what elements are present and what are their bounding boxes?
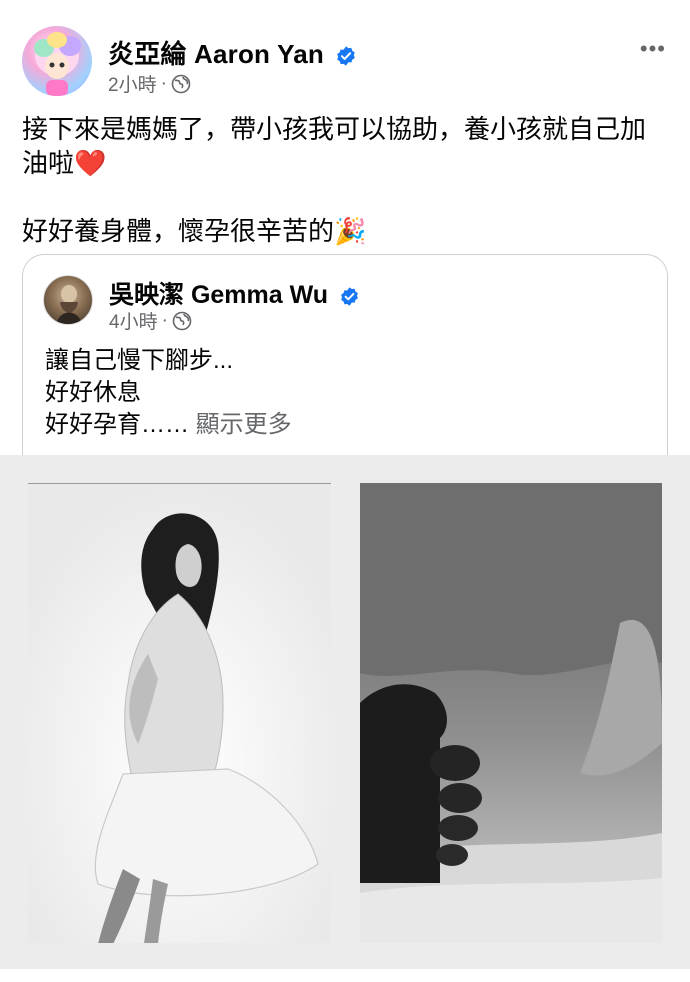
post-text-line: 油啦❤️ xyxy=(22,148,107,178)
avatar[interactable] xyxy=(22,26,92,96)
shared-author-name-text[interactable]: 吳映潔 Gemma Wu xyxy=(109,281,328,309)
photo-right-image xyxy=(360,483,662,943)
post-text-line: 接下來是媽媽了，帶小孩我可以協助，養小孩就自己加 xyxy=(22,114,647,144)
post-text: 接下來是媽媽了，帶小孩我可以協助，養小孩就自己加 油啦❤️ 好好養身體，懷孕很辛… xyxy=(22,112,672,248)
globe-icon[interactable] xyxy=(171,74,191,94)
shared-post-time[interactable]: 4小時 xyxy=(109,307,158,334)
photo-left-image xyxy=(28,484,331,943)
post-meta: 2小時 · xyxy=(108,70,191,97)
shared-avatar[interactable] xyxy=(43,275,93,325)
avatar-image xyxy=(34,32,81,96)
globe-icon[interactable] xyxy=(172,311,192,331)
shared-text-line: 好好休息 xyxy=(45,379,141,406)
verified-badge-icon xyxy=(337,46,356,66)
meta-separator: · xyxy=(160,72,167,94)
meta-separator: · xyxy=(161,309,168,331)
photo-pregnant-woman[interactable] xyxy=(28,483,331,943)
photo-gallery xyxy=(0,455,690,969)
see-more-link[interactable]: 顯示更多 xyxy=(196,411,292,438)
shared-post-text: 讓自己慢下腳步... 好好休息 好好孕育…… 顯示更多 xyxy=(45,345,292,441)
post-header: 炎亞綸 Aaron Yan 2小時 · ••• xyxy=(22,26,672,98)
shared-avatar-image xyxy=(56,285,82,324)
photo-baby-foot[interactable] xyxy=(360,483,662,943)
shared-text-line-content: 好好孕育…… xyxy=(45,411,189,438)
post-time[interactable]: 2小時 xyxy=(108,70,157,97)
shared-text-line: 讓自己慢下腳步... xyxy=(45,347,234,374)
shared-post-meta: 4小時 · xyxy=(109,307,192,334)
author-name[interactable]: 炎亞綸 Aaron Yan xyxy=(108,34,357,71)
shared-author-name[interactable]: 吳映潔 Gemma Wu xyxy=(109,275,360,311)
post-text-line: 好好養身體，懷孕很辛苦的🎉 xyxy=(22,216,367,246)
verified-badge-icon xyxy=(341,287,358,306)
more-options-icon[interactable]: ••• xyxy=(640,36,666,62)
shared-text-line: 好好孕育…… 顯示更多 xyxy=(45,409,292,441)
author-name-text[interactable]: 炎亞綸 Aaron Yan xyxy=(108,39,324,69)
